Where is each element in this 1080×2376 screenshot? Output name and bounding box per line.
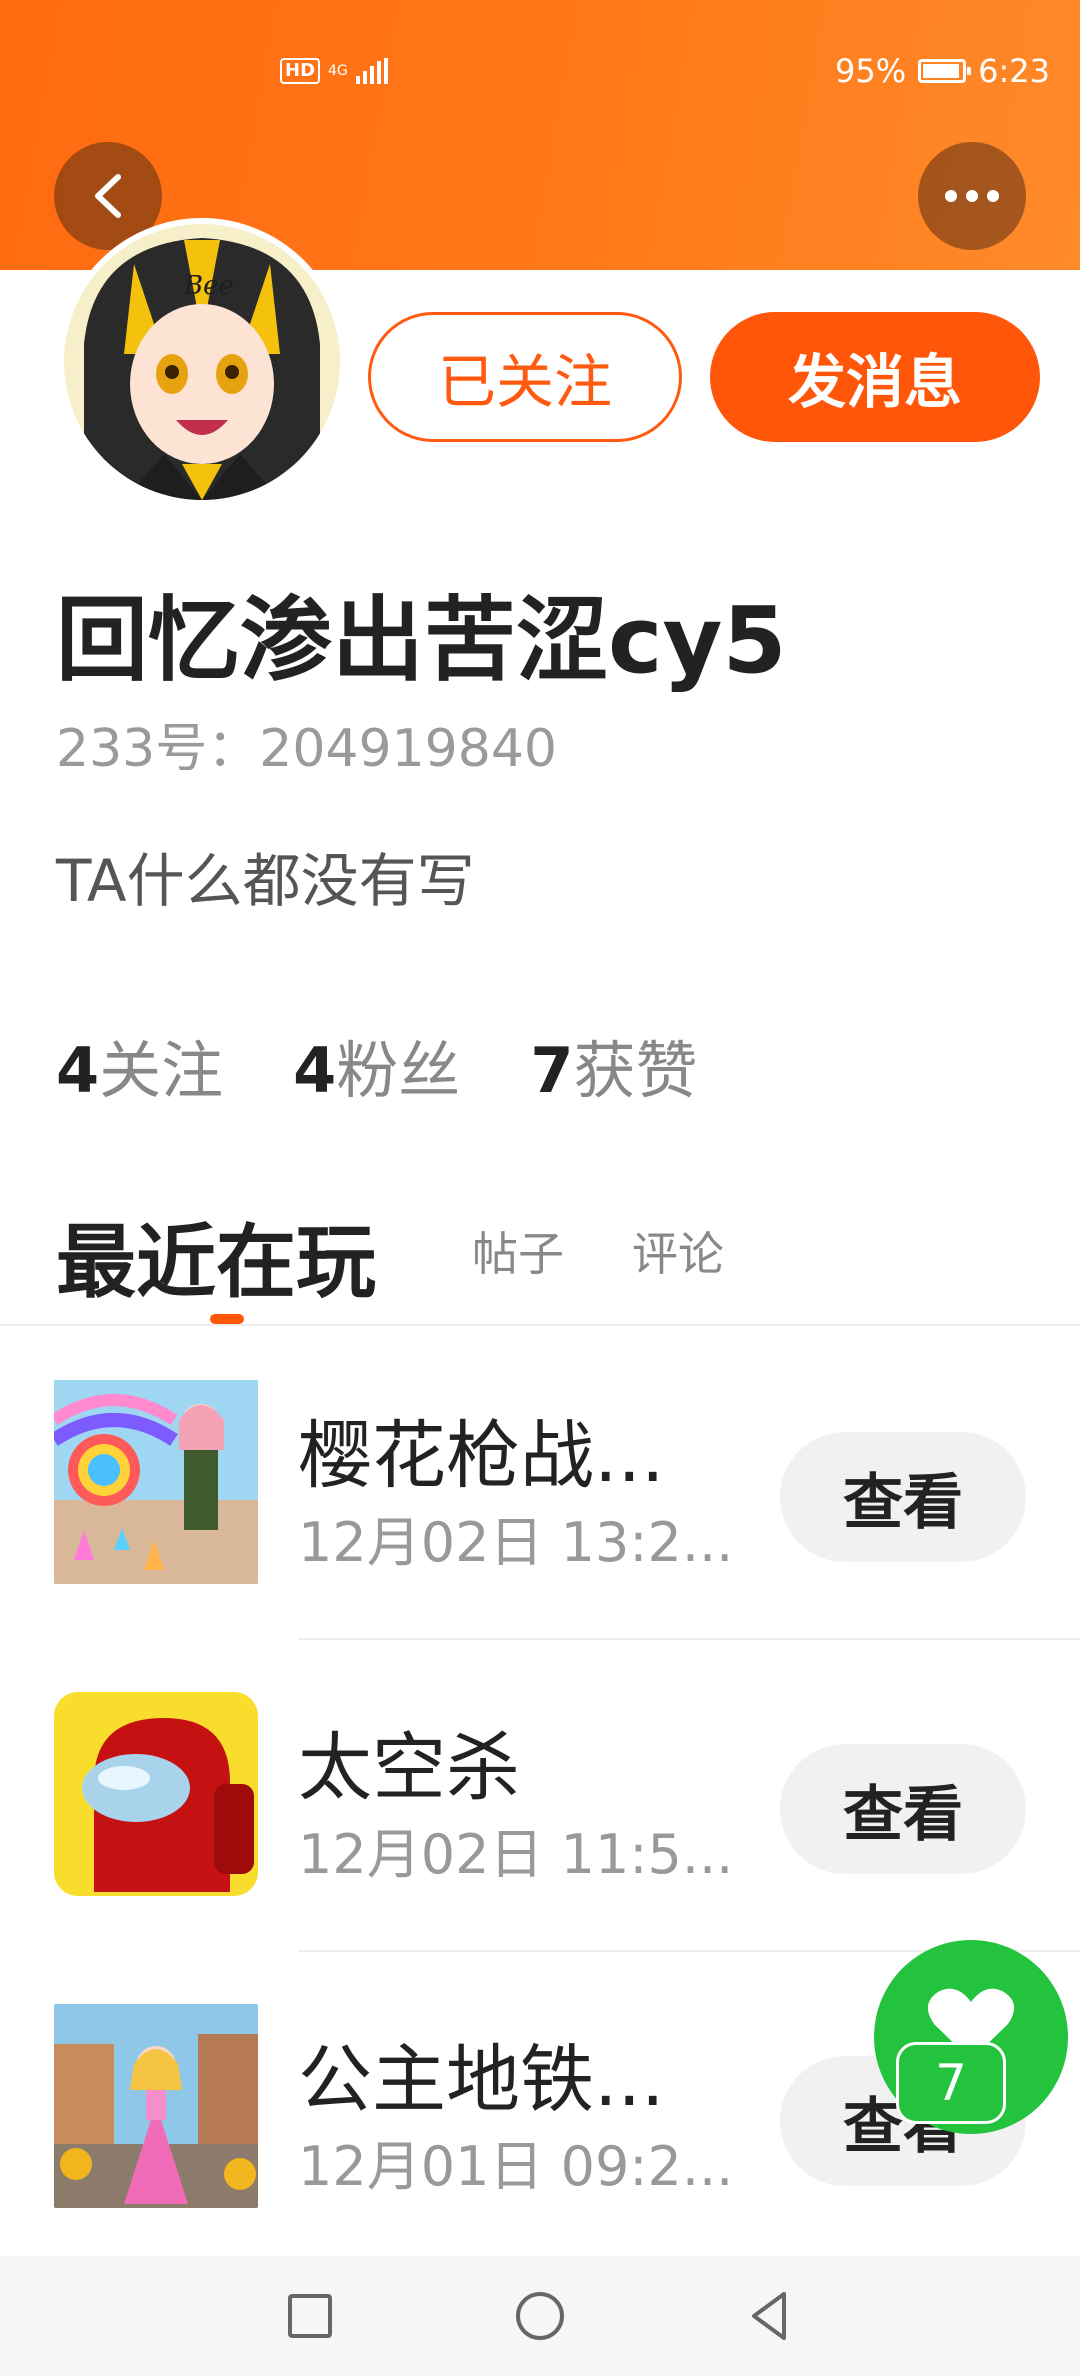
game-icon-princess-subway [54, 2004, 258, 2208]
stat-following[interactable]: 4关注 [56, 1020, 223, 1110]
profile-tabs: 最近在玩 帖子 评论 [56, 1198, 1056, 1324]
back-arrow-icon [95, 174, 121, 218]
game-time: 12月02日 11:5... [298, 1823, 734, 1886]
tab-divider [0, 1324, 1080, 1326]
view-button[interactable]: 查看 [780, 1432, 1026, 1562]
svg-text:Bee: Bee [183, 271, 234, 301]
avatar[interactable]: Bee [58, 218, 346, 506]
floating-like-button[interactable]: 7 [874, 1940, 1068, 2134]
network-type: 4G [328, 63, 348, 79]
game-title: 公主地铁... [298, 2037, 665, 2123]
nav-back-triangle-icon[interactable] [740, 2286, 800, 2346]
tab-indicator [210, 1314, 244, 1324]
user-bio: TA什么都没有写 [56, 847, 475, 915]
clock: 6:23 [978, 52, 1050, 90]
tab-comments[interactable]: 评论 [632, 1218, 724, 1284]
nav-home-circle-icon[interactable] [510, 2286, 570, 2346]
tab-recently-played[interactable]: 最近在玩 [56, 1198, 376, 1314]
signal-icon [355, 58, 388, 84]
stat-likes-label: 获赞 [573, 1034, 698, 1107]
game-icon-among-us [54, 1692, 258, 1896]
followed-button[interactable]: 已关注 [368, 312, 682, 442]
send-message-button[interactable]: 发消息 [710, 312, 1040, 442]
stat-followers-label: 粉丝 [336, 1034, 461, 1107]
game-icon-sakura [54, 1380, 258, 1584]
more-button[interactable] [918, 142, 1026, 250]
profile-stats: 4关注 4粉丝 7获赞 [56, 1020, 697, 1110]
stat-followers-count: 4 [293, 1034, 337, 1107]
like-count-badge: 7 [896, 2042, 1006, 2124]
view-button[interactable]: 查看 [780, 1744, 1026, 1874]
tab-posts[interactable]: 帖子 [472, 1218, 564, 1284]
battery-icon [918, 59, 972, 83]
stat-following-label: 关注 [99, 1034, 224, 1107]
stat-followers[interactable]: 4粉丝 [293, 1020, 460, 1110]
game-title: 樱花枪战... [298, 1413, 665, 1499]
battery-percent: 95% [835, 52, 907, 90]
username: 回忆渗出苦涩cy5 [56, 587, 787, 694]
stat-following-count: 4 [56, 1034, 100, 1107]
status-bar: HD 4G 95% 6:23 [0, 40, 1080, 110]
nav-recent-square-icon[interactable] [280, 2286, 340, 2346]
game-title: 太空杀 [298, 1725, 520, 1811]
hd-badge: HD [280, 58, 321, 84]
more-dots-icon [945, 190, 999, 202]
status-right: 95% 6:23 [835, 52, 1050, 90]
avatar-image: Bee [64, 224, 340, 500]
system-nav-bar [0, 2256, 1080, 2376]
game-list-item[interactable]: 太空杀 12月02日 11:5... 查看 [0, 1640, 1080, 1952]
user-id: 233号：204919840 [56, 719, 558, 779]
stat-likes-count: 7 [530, 1034, 574, 1107]
game-list-item[interactable]: 樱花枪战... 12月02日 13:2... 查看 [0, 1328, 1080, 1640]
game-time: 12月01日 09:2... [298, 2135, 734, 2198]
game-time: 12月02日 13:2... [298, 1511, 734, 1574]
network-indicator: HD 4G [280, 58, 388, 84]
stat-likes[interactable]: 7获赞 [530, 1020, 697, 1110]
